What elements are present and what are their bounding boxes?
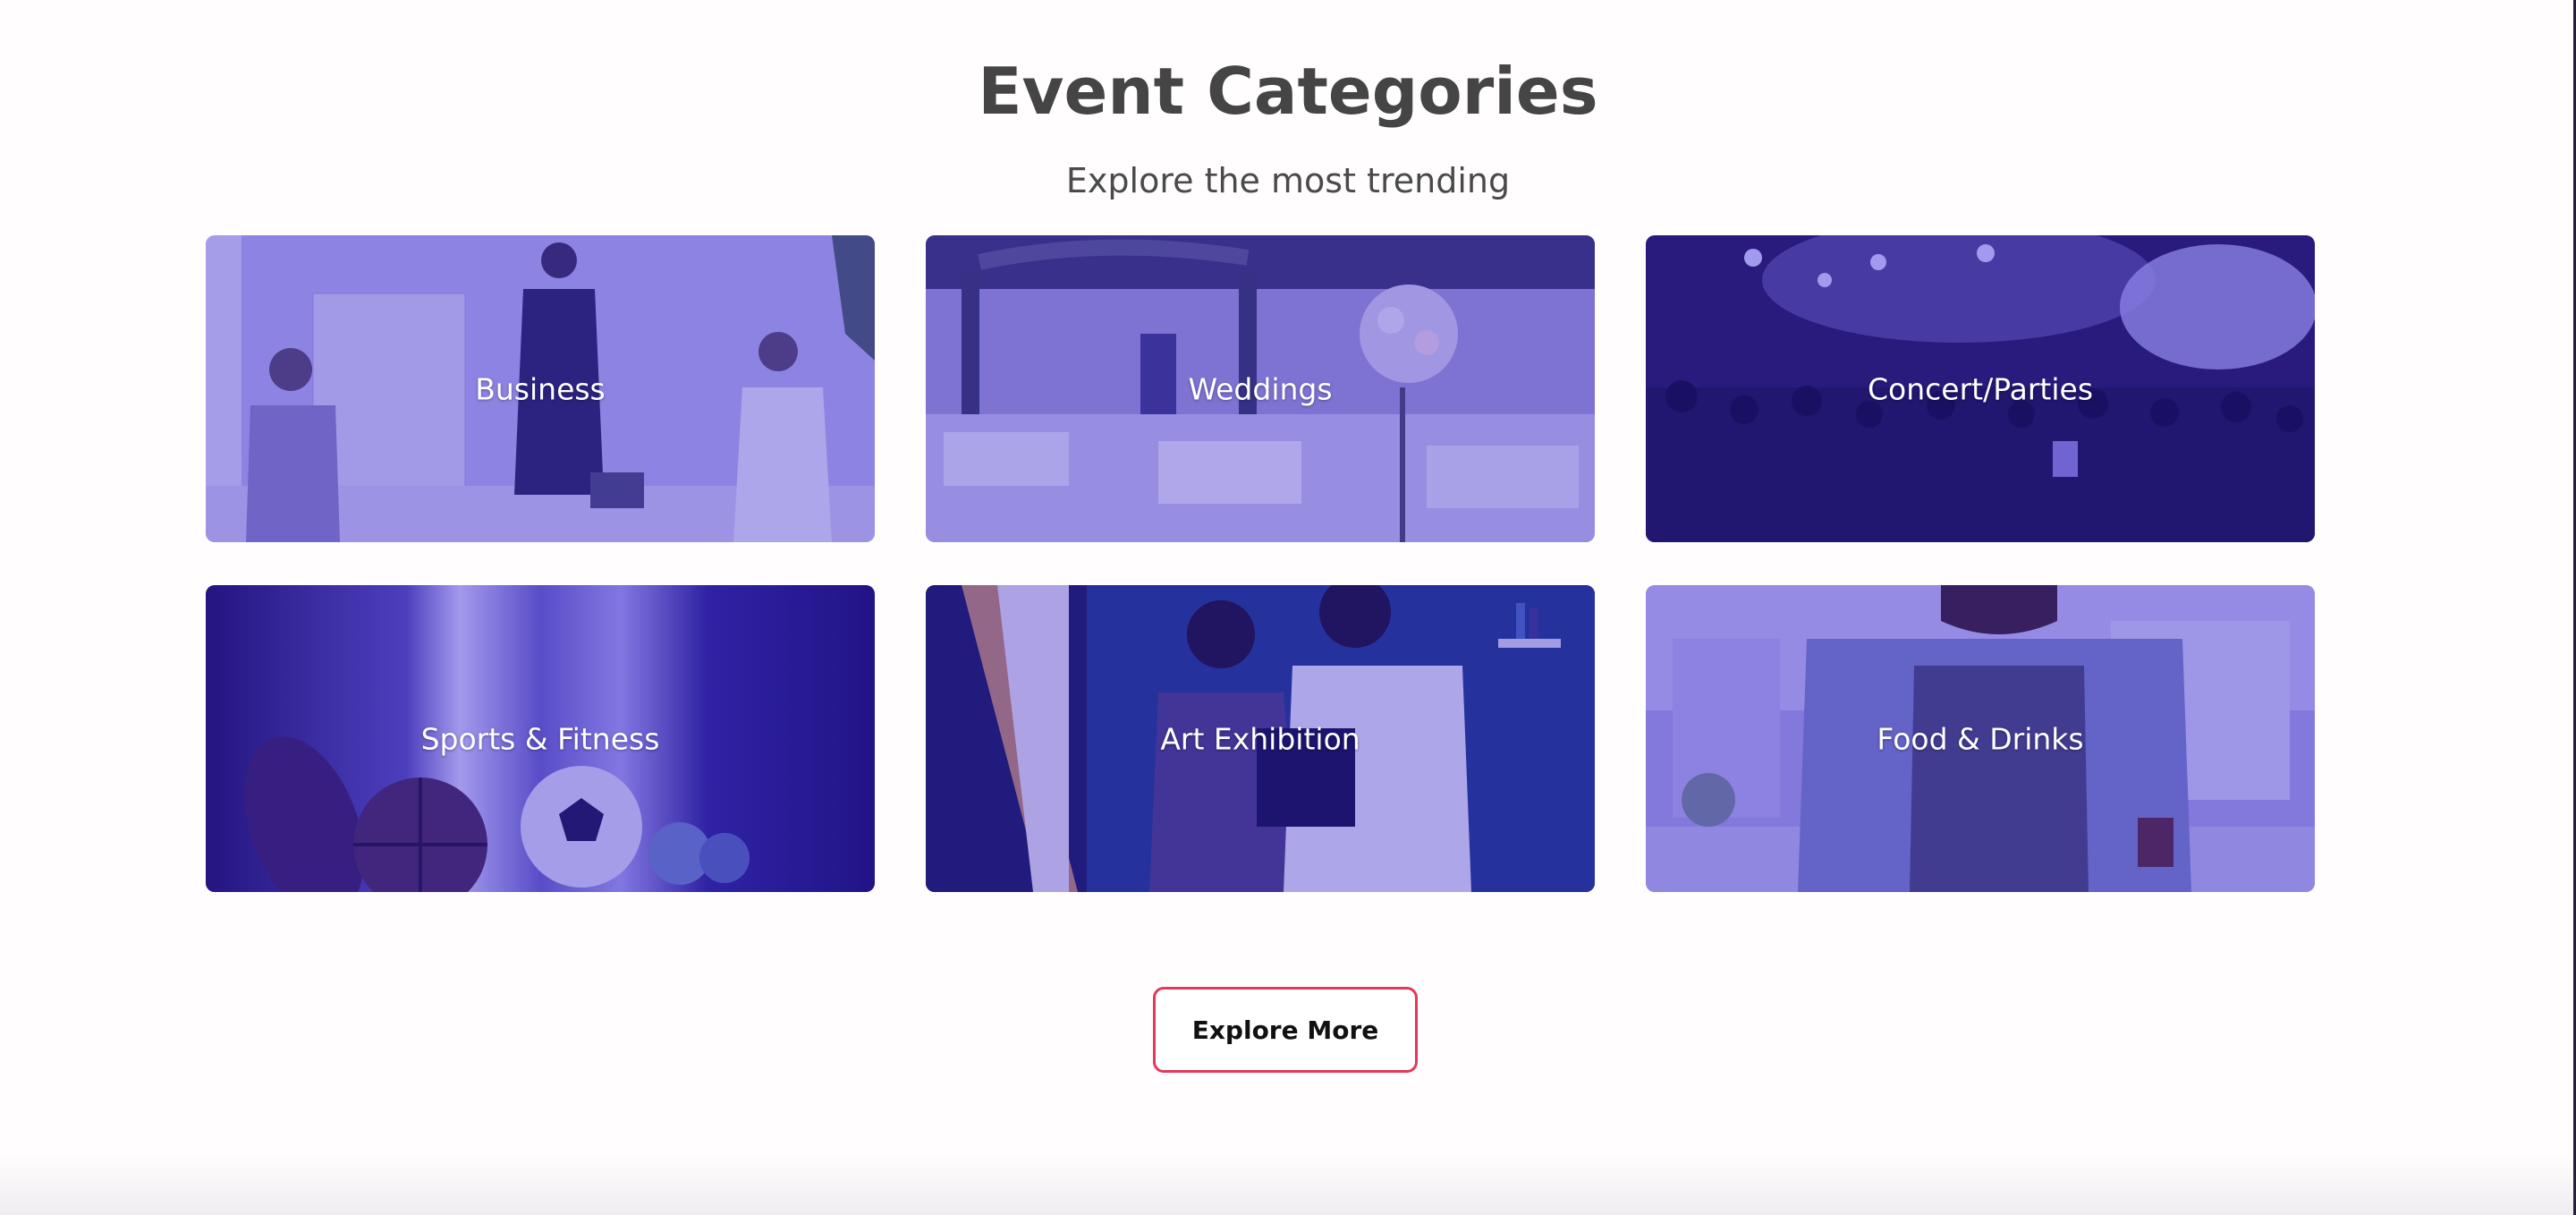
category-label: Weddings	[1188, 371, 1333, 406]
category-label: Business	[475, 371, 606, 406]
category-card-business[interactable]: Business	[206, 235, 875, 542]
category-label: Food & Drinks	[1877, 721, 2084, 756]
category-card-sports-fitness[interactable]: Sports & Fitness	[206, 585, 875, 892]
category-card-concert-parties[interactable]: Concert/Parties	[1646, 235, 2315, 542]
event-categories-page: Event Categories Explore the most trendi…	[0, 0, 2576, 1215]
bottom-shadow	[0, 1152, 2576, 1215]
category-card-art-exhibition[interactable]: Art Exhibition	[926, 585, 1595, 892]
category-label: Concert/Parties	[1867, 371, 2094, 406]
category-grid: Business Weddings Concert/Parties Sports…	[206, 235, 2315, 892]
category-card-weddings[interactable]: Weddings	[926, 235, 1595, 542]
explore-more-button[interactable]: Explore More	[1153, 987, 1418, 1073]
section-subtitle: Explore the most trending	[1065, 161, 1511, 200]
category-card-food-drinks[interactable]: Food & Drinks	[1646, 585, 2315, 892]
section-title: Event Categories	[978, 54, 1598, 129]
category-label: Art Exhibition	[1160, 721, 1360, 756]
category-label: Sports & Fitness	[420, 721, 660, 756]
